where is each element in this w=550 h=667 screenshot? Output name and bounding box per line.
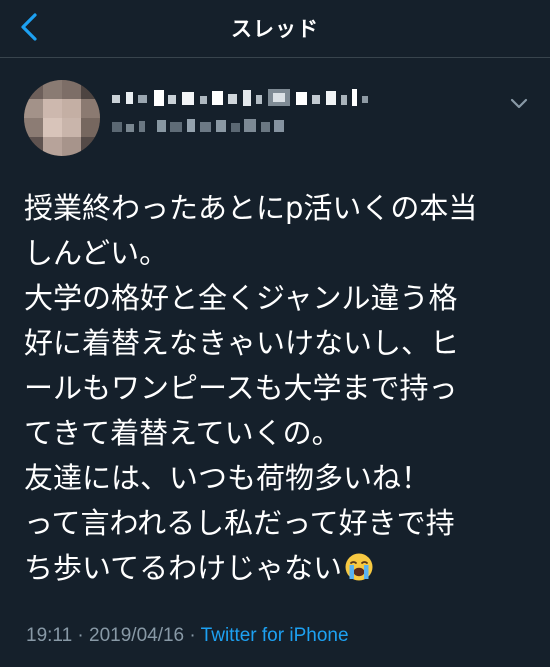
tweet-time: 19:11: [26, 625, 73, 646]
tweet-text-line: しんどい。: [24, 236, 169, 270]
user-handle-blurred[interactable]: [112, 116, 287, 136]
avatar[interactable]: [24, 80, 100, 156]
tweet-options-button[interactable]: [504, 88, 534, 118]
tweet-text-line: てきて着替えていくの。: [24, 416, 341, 450]
author-row: [0, 58, 550, 168]
navigation-bar: スレッド: [0, 0, 550, 58]
avatar-blurred-image: [24, 80, 100, 156]
tweet-meta: 19:11 · 2019/04/16 · Twitter for iPhone: [26, 623, 349, 649]
tweet-source-link[interactable]: Twitter for iPhone: [201, 625, 349, 646]
tweet-text-line: ールもワンピースも大学まで持っ: [24, 371, 458, 405]
blurred-name-image: [112, 89, 368, 106]
blurred-handle-image: [112, 119, 284, 132]
tweet-date: 2019/04/16: [89, 625, 185, 646]
meta-separator: ·: [184, 625, 201, 646]
loudly-crying-face-icon: [345, 553, 373, 581]
display-name-blurred[interactable]: [112, 87, 372, 109]
tweet-text: 授業終わったあとにp活いくの本当 しんどい。 大学の格好と全くジャンル違う格 好…: [24, 186, 534, 591]
tweet-text-line-last: ち歩いてるわけじゃない: [24, 546, 534, 591]
page-title: スレッド: [231, 17, 319, 41]
meta-separator: ·: [72, 625, 90, 646]
tweet-text-line: って言われるし私だって好きで持: [24, 506, 455, 540]
tweet-text-line-content: ち歩いてるわけじゃない: [24, 551, 343, 585]
tweet-text-line: 授業終わったあとにp活いくの本当: [24, 191, 478, 225]
tweet-text-line: 好に着替えなきゃいけないし、ヒ: [24, 326, 460, 360]
chevron-down-icon: [510, 98, 528, 109]
tweet-text-line: 友達には、いつも荷物多いね！: [24, 461, 431, 495]
tweet-detail-screen: スレッド 授業終わったあとにp活いくの本当 しんどい。 大学の格好と全くジャンル…: [0, 0, 550, 667]
tweet-text-line: 大学の格好と全くジャンル違う格: [24, 281, 458, 315]
